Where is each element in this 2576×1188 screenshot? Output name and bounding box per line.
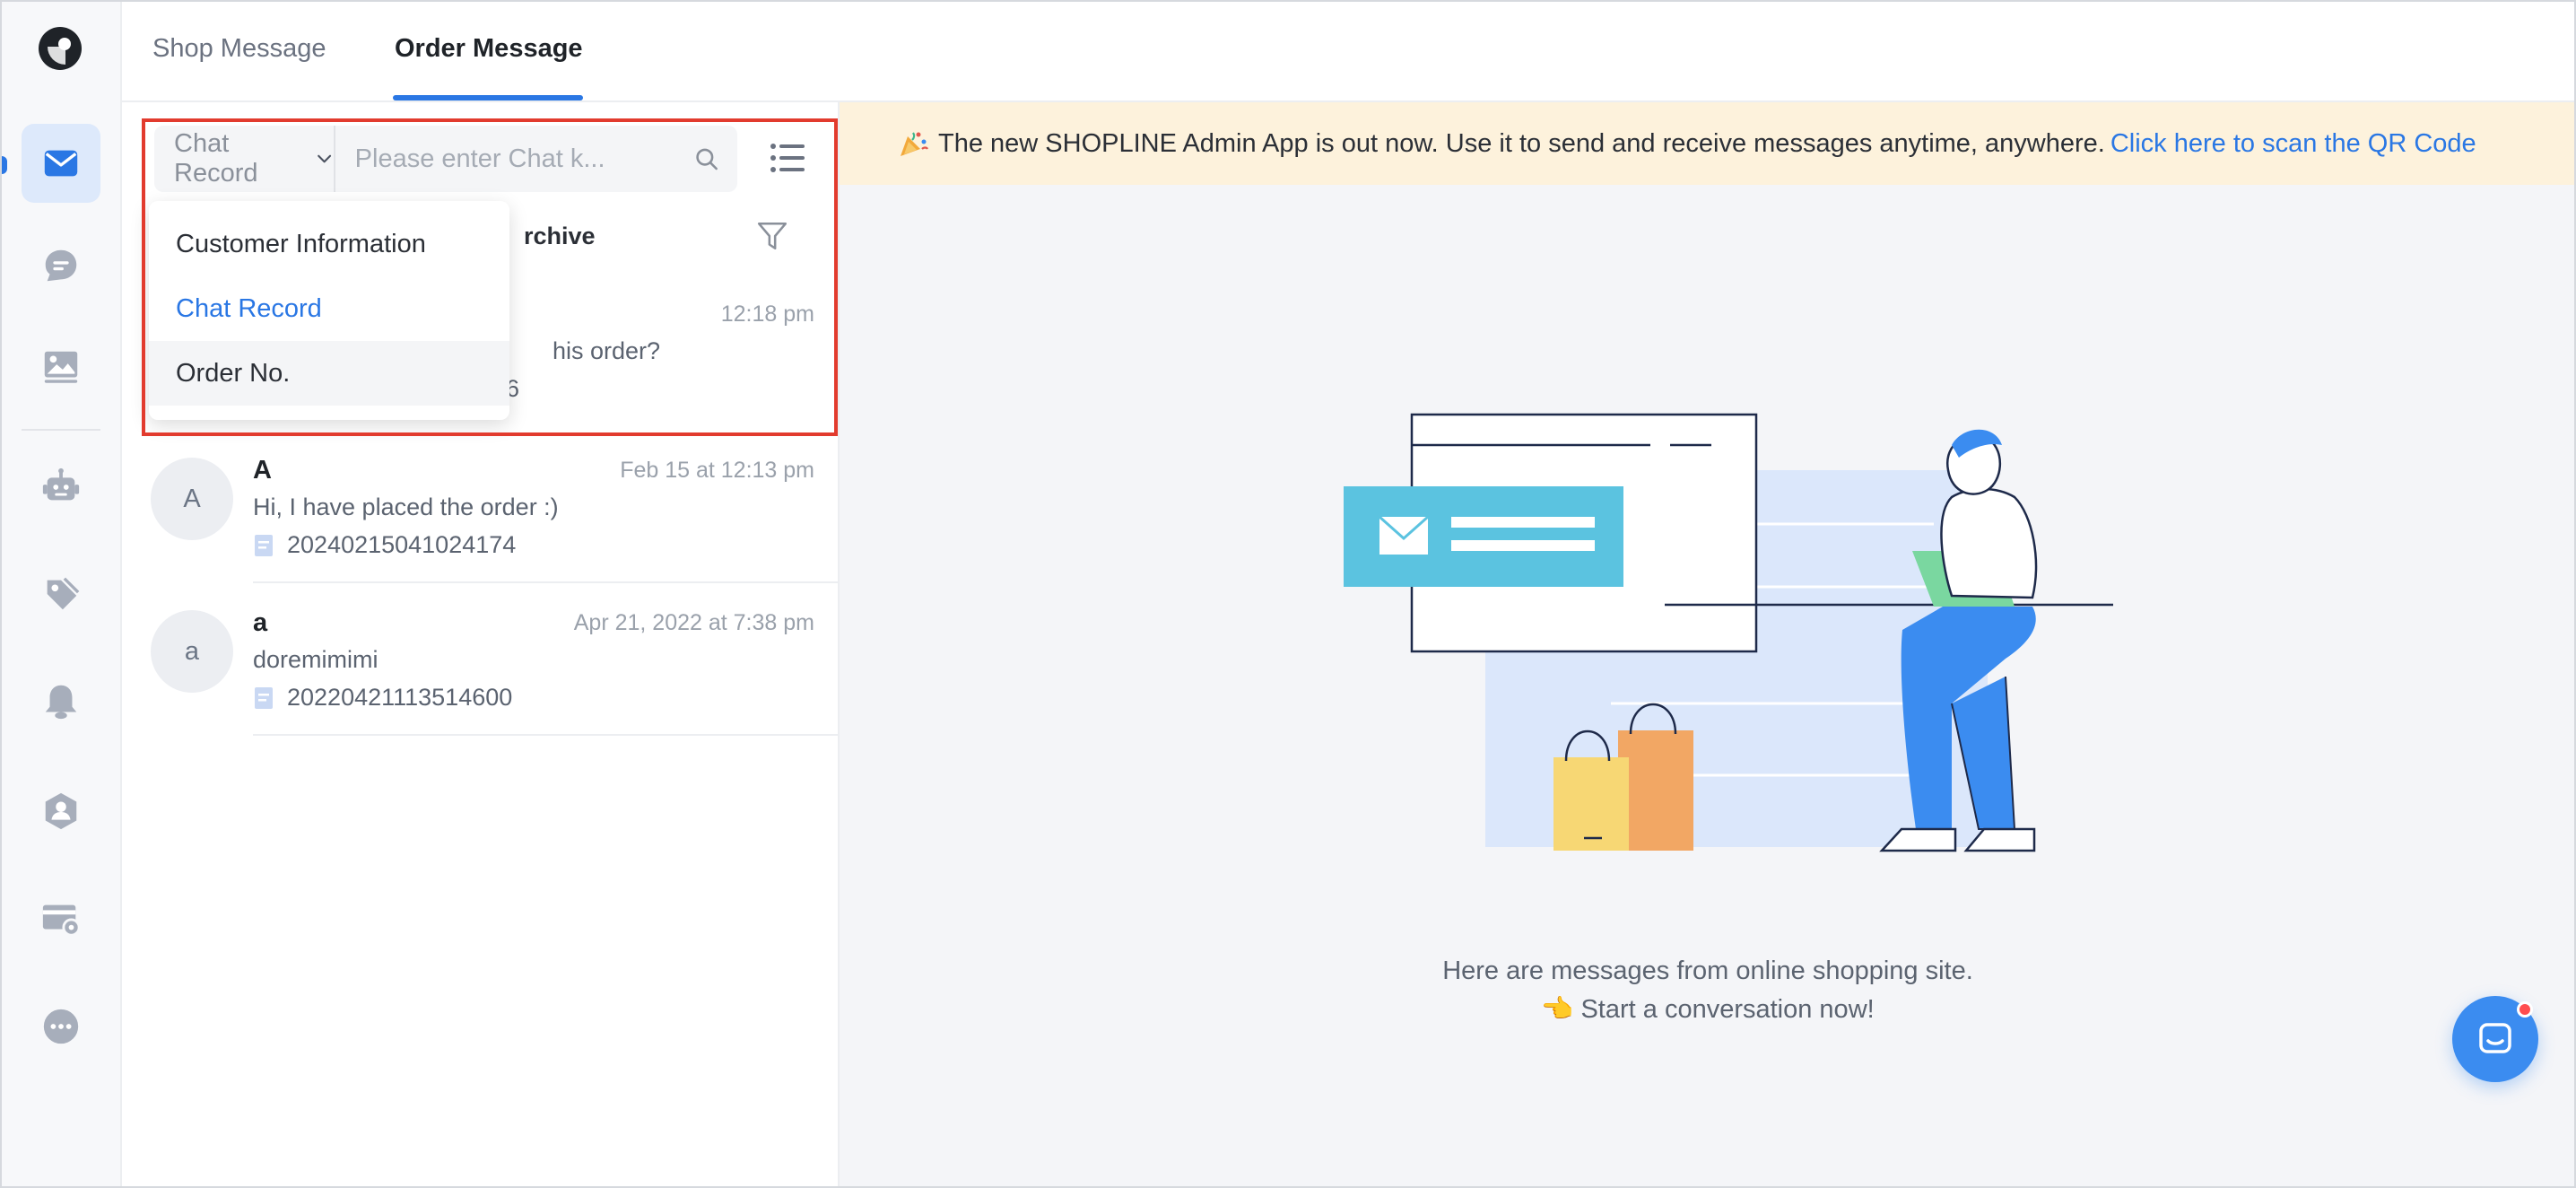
- app-announcement-banner: The new SHOPLINE Admin App is out now. U…: [840, 102, 2574, 185]
- document-icon: [255, 686, 273, 709]
- tab-shop-message[interactable]: Shop Message: [152, 34, 326, 64]
- user-shield-icon: [45, 792, 77, 830]
- nav-item-customers[interactable]: [22, 772, 100, 851]
- nav-item-tags[interactable]: [22, 555, 100, 633]
- avatar: a: [151, 610, 233, 693]
- message-icon: [44, 150, 78, 177]
- conversation-time: Feb 15 at 12:13 pm: [620, 458, 814, 483]
- document-icon: [255, 534, 273, 556]
- conversation-preview: doremimimi: [253, 646, 379, 673]
- conversation-preview: his order?: [553, 337, 661, 364]
- more-icon: [43, 1009, 79, 1044]
- app-window: Shop Message Order Message Chat Record P…: [0, 0, 2576, 1188]
- party-popper-icon: [901, 132, 928, 156]
- bell-icon: [45, 685, 77, 720]
- nav-item-notifications[interactable]: [22, 662, 100, 741]
- dropdown-option-order-no[interactable]: Order No.: [149, 341, 509, 406]
- search-type-label: Chat Record: [174, 129, 258, 188]
- card-settings-icon: [42, 904, 81, 937]
- rail-divider: [22, 429, 100, 431]
- dropdown-option-chat-record[interactable]: Chat Record: [149, 276, 509, 341]
- row-divider: [253, 734, 840, 736]
- conversation-order-number: 20220421113514600: [253, 684, 512, 712]
- tab-order-message[interactable]: Order Message: [395, 34, 583, 64]
- search-type-dropdown: Customer Information Chat Record Order N…: [149, 201, 509, 420]
- active-indicator: [2, 156, 7, 174]
- qr-code-link[interactable]: Click here to scan the QR Code: [2110, 129, 2476, 159]
- list-view-icon[interactable]: [768, 138, 807, 178]
- conversation-time: 12:18 pm: [720, 301, 814, 327]
- empty-state-line-1: Here are messages from online shopping s…: [1442, 957, 1973, 985]
- conversation-name: A: [253, 456, 272, 485]
- conversation-list-panel: Chat Record rchive 12:18: [122, 102, 840, 1186]
- search-icon[interactable]: [693, 144, 719, 174]
- conversation-name: a: [253, 608, 268, 637]
- conversation-time: Apr 21, 2022 at 7:38 pm: [573, 610, 814, 635]
- active-tab-underline: [393, 95, 583, 100]
- archive-filter[interactable]: rchive: [524, 223, 596, 250]
- search-input[interactable]: [335, 126, 693, 192]
- nav-item-chat[interactable]: [22, 226, 100, 305]
- avatar: A: [151, 458, 233, 540]
- search-bar: Chat Record: [154, 126, 737, 192]
- dropdown-option-customer-information[interactable]: Customer Information: [149, 212, 509, 276]
- nav-item-bot[interactable]: [22, 447, 100, 526]
- banner-text: The new SHOPLINE Admin App is out now. U…: [938, 128, 2105, 158]
- logo-icon[interactable]: [39, 27, 82, 70]
- chat-icon: [45, 249, 77, 282]
- conversation-preview: Hi, I have placed the order :): [253, 494, 559, 520]
- nav-item-media[interactable]: [22, 327, 100, 406]
- empty-state-line-2: 👈 Start a conversation now!: [1541, 995, 1875, 1024]
- nav-rail: [2, 2, 122, 1186]
- order-number: 20240215041024174: [287, 531, 517, 558]
- search-type-select[interactable]: Chat Record: [154, 126, 335, 192]
- message-tabs: Shop Message Order Message: [122, 2, 2574, 102]
- live-chat-button[interactable]: [2452, 996, 2538, 1082]
- chevron-down-icon: [318, 154, 332, 163]
- conversation-order-number: 20240215041024174: [253, 531, 516, 559]
- chat-bubble-icon: [2479, 1023, 2511, 1053]
- nav-item-messages[interactable]: [22, 124, 100, 203]
- empty-state-illustration: [1344, 413, 2113, 852]
- notification-badge: [2517, 1001, 2533, 1018]
- image-icon: [44, 351, 78, 383]
- chat-detail-pane: The new SHOPLINE Admin App is out now. U…: [840, 102, 2574, 1186]
- order-number: 20220421113514600: [287, 684, 513, 711]
- tag-icon: [47, 577, 80, 610]
- filter-icon[interactable]: [755, 219, 789, 253]
- robot-icon: [42, 467, 80, 501]
- nav-item-more[interactable]: [22, 987, 100, 1066]
- nav-item-settings[interactable]: [22, 879, 100, 958]
- conversation-item[interactable]: a a Apr 21, 2022 at 7:38 pm doremimimi 2…: [122, 583, 840, 736]
- conversation-item[interactable]: A A Feb 15 at 12:13 pm Hi, I have placed…: [122, 431, 840, 583]
